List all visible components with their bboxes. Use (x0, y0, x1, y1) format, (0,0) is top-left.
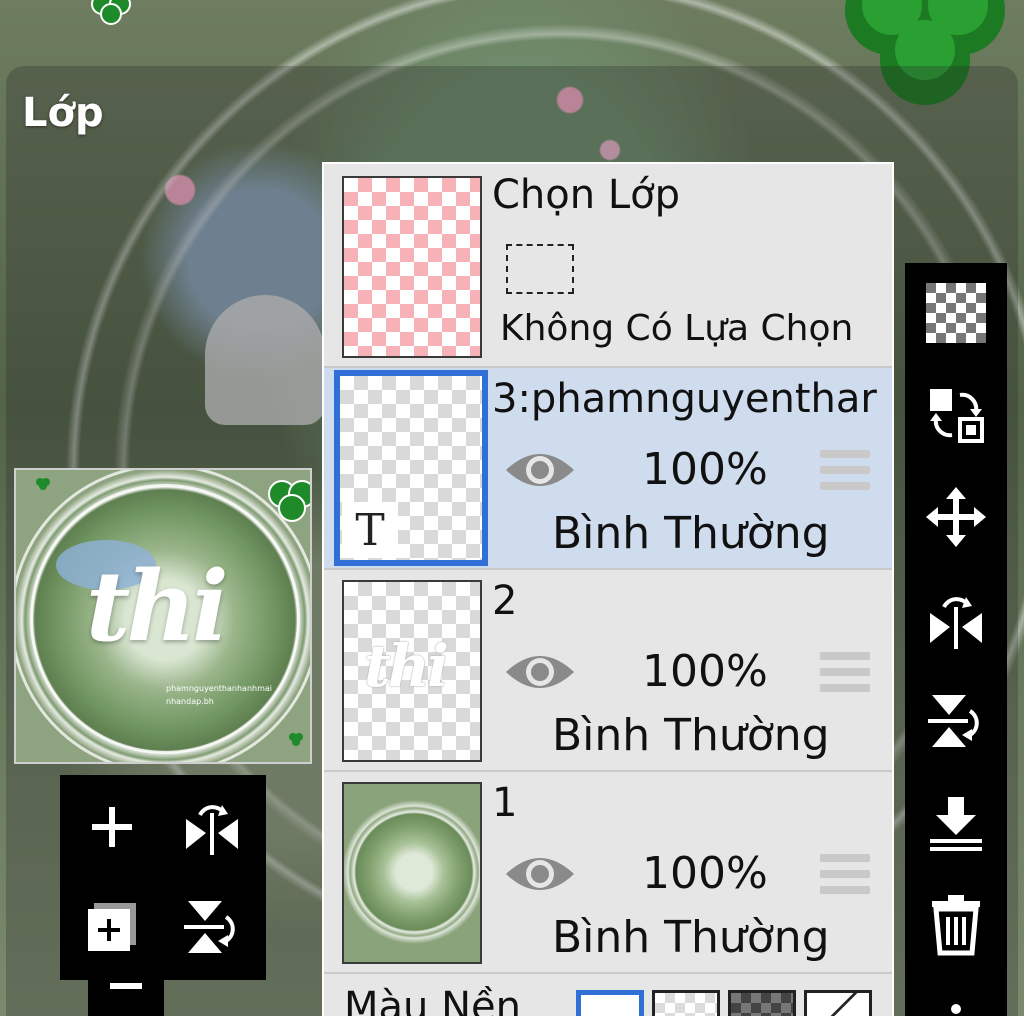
layer-opacity[interactable]: 100% (642, 646, 768, 697)
preview-word: thi (86, 550, 229, 663)
layer-row-2[interactable]: thi 2 100% Bình Thường (324, 570, 892, 772)
duplicate-layer-button[interactable] (72, 887, 152, 967)
move-icon (926, 487, 986, 547)
blend-mode[interactable]: Bình Thường (552, 710, 830, 761)
clover-decoration (289, 733, 303, 746)
background-swatch-white[interactable] (576, 990, 644, 1016)
background-color-row: Màu Nền (324, 974, 892, 1016)
flip-horizontal-button[interactable] (172, 787, 252, 867)
blend-mode[interactable]: Bình Thường (552, 912, 830, 963)
layer-name: 2 (492, 578, 518, 624)
transparency-button[interactable] (916, 273, 996, 353)
selection-status: Không Có Lựa Chọn (500, 308, 854, 349)
text-layer-badge: T (342, 502, 398, 558)
left-toolbar-overflow (88, 975, 164, 1016)
canvas-preview[interactable]: thi phamnguyenthanhanhmai nhandap.bh (14, 468, 312, 764)
merge-down-icon (930, 797, 982, 851)
delete-icon (932, 895, 980, 956)
more-icon (951, 1004, 961, 1014)
add-layer-icon (92, 807, 132, 847)
background-swatch-custom[interactable] (804, 990, 872, 1016)
layer-thumbnail-text: thi (364, 632, 449, 700)
delete-layer-button[interactable] (916, 885, 996, 965)
selection-layer-title: Chọn Lớp (492, 172, 680, 218)
add-layer-button[interactable] (72, 787, 152, 867)
flip-vertical-icon (928, 695, 979, 747)
visibility-eye-icon[interactable] (504, 648, 576, 696)
layer-thumbnail: thi (342, 580, 482, 762)
visibility-eye-icon[interactable] (504, 850, 576, 898)
clover-decoration (36, 478, 50, 490)
layer-opacity[interactable]: 100% (642, 848, 768, 899)
preview-caption-line: phamnguyenthanhanhmai (166, 684, 272, 693)
selection-layer-thumbnail (342, 176, 482, 358)
flip-vertical-button[interactable] (916, 681, 996, 761)
more-button[interactable] (916, 973, 996, 1016)
right-toolbar (905, 263, 1007, 1016)
layer-name: 1 (492, 780, 518, 826)
selection-rectangle-icon (506, 244, 574, 294)
selection-layer-row[interactable]: Chọn Lớp Không Có Lựa Chọn (324, 164, 892, 368)
duplicate-layer-icon (88, 903, 136, 951)
layer-opacity[interactable]: 100% (642, 444, 768, 495)
transparency-icon (926, 283, 986, 343)
flip-horizontal-icon (930, 597, 982, 649)
canvas-shape (205, 295, 325, 425)
background-swatch-transparent[interactable] (652, 990, 720, 1016)
swap-layer-icon (930, 389, 984, 443)
clover-decoration (91, 0, 131, 25)
layer-list: Chọn Lớp Không Có Lựa Chọn T 3:phamnguye… (322, 162, 894, 1016)
visibility-eye-icon[interactable] (504, 446, 576, 494)
swap-layer-button[interactable] (916, 375, 996, 455)
background-swatch-dark[interactable] (728, 990, 796, 1016)
move-button[interactable] (916, 477, 996, 557)
layer-name: 3:phamnguyenthar (492, 376, 877, 422)
preview-caption: phamnguyenthanhanhmai nhandap.bh (166, 682, 272, 708)
flip-horizontal-button[interactable] (916, 579, 996, 659)
layer-thumbnail: T (334, 370, 488, 566)
merge-down-button[interactable] (916, 783, 996, 863)
layer-thumbnail (342, 782, 482, 964)
drag-handle-icon[interactable] (820, 854, 870, 894)
drag-handle-icon[interactable] (820, 450, 870, 490)
background-color-label: Màu Nền (344, 984, 521, 1016)
layer-row-3[interactable]: T 3:phamnguyenthar 100% Bình Thường (324, 368, 892, 570)
layer-icon (110, 983, 142, 989)
flip-vertical-icon (184, 901, 235, 953)
drag-handle-icon[interactable] (820, 652, 870, 692)
layer-row-1[interactable]: 1 100% Bình Thường (324, 772, 892, 974)
clover-decoration (268, 480, 310, 522)
blend-mode[interactable]: Bình Thường (552, 508, 830, 559)
preview-caption-line: nhandap.bh (166, 697, 214, 706)
flip-horizontal-icon (186, 805, 238, 855)
left-toolbar (60, 775, 266, 980)
panel-title: Lớp (22, 90, 104, 136)
flip-vertical-button[interactable] (172, 887, 252, 967)
